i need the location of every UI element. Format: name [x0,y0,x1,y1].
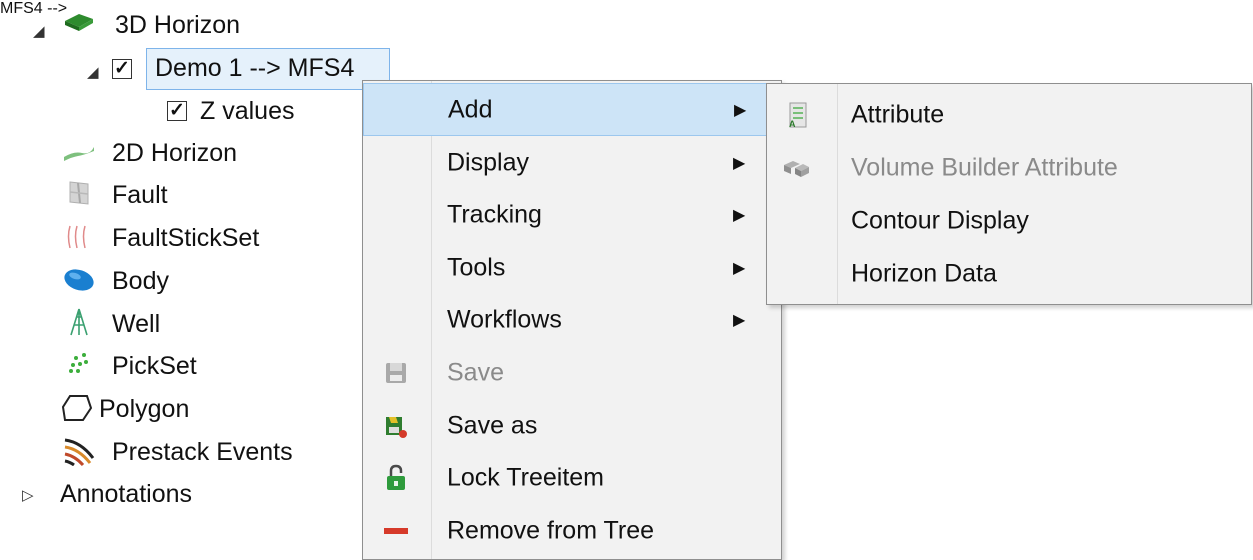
context-menu: Add ▶ Display ▶ Tracking ▶ Tools ▶ Workf… [362,80,782,560]
tree-item-z-values[interactable]: Z values [200,91,294,131]
submenu-item-attribute[interactable]: A Attribute [767,88,1251,141]
menu-item-display[interactable]: Display ▶ [363,136,781,189]
menu-item-label: Contour Display [851,206,1029,234]
tree-item-fault[interactable]: Fault [112,175,168,215]
save-icon [381,358,411,388]
submenu-arrow-icon: ▶ [733,311,746,329]
lock-icon [381,463,411,493]
demo-checkbox[interactable]: ✓ [112,59,132,79]
submenu-item-horizon-data[interactable]: Horizon Data [767,247,1251,300]
menu-item-label: Volume Builder Attribute [851,153,1118,181]
tree-item-faultstickset[interactable]: FaultStickSet [112,218,259,258]
menu-item-save[interactable]: Save [363,346,781,399]
menu-item-label: Remove from Tree [447,516,655,544]
menu-item-label: Attribute [851,100,945,128]
menu-item-label: Add [448,95,493,123]
save-as-icon [381,411,411,441]
add-submenu: A Attribute Volume Builder Attribute Con… [766,83,1252,305]
menu-item-label: Workflows [447,305,562,333]
menu-item-label: Lock Treeitem [447,463,605,491]
expand-arrow-icon[interactable]: ◢ [33,22,45,40]
menu-item-tools[interactable]: Tools ▶ [363,241,781,294]
menu-item-label: Display [447,148,529,176]
tree-item-polygon[interactable]: Polygon [99,389,189,429]
tree-item-body[interactable]: Body [112,261,169,301]
expand-arrow-icon[interactable]: ◢ [87,63,99,81]
pickset-icon [62,348,96,378]
horizon-2d-icon [62,137,96,167]
volume-builder-icon [781,153,811,183]
tree-item-well[interactable]: Well [112,304,160,344]
tree-item-label: FaultStickSet [112,223,260,252]
tree-item-label: Fault [112,180,168,209]
collapse-arrow-icon[interactable]: ▷ [22,486,34,504]
tree-item-label: Polygon [99,394,190,423]
tree-item-annotations[interactable]: Annotations [60,474,192,514]
faultstickset-icon [62,222,96,252]
submenu-item-contour-display[interactable]: Contour Display [767,194,1251,247]
menu-item-remove-from-tree[interactable]: Remove from Tree [363,504,781,557]
menu-item-workflows[interactable]: Workflows ▶ [363,293,781,346]
body-icon [62,265,96,295]
tree-item-label: Demo 1 --> MFS4 [155,53,355,82]
tree-item-label: Body [112,266,169,295]
menu-item-label: Save [447,358,504,386]
menu-item-label: Save as [447,411,538,439]
tree-item-demo[interactable]: Demo 1 --> MFS4 [155,48,354,88]
remove-icon [381,516,411,546]
horizon-3d-icon [62,7,96,37]
prestack-events-icon [62,436,96,466]
tree-item-prestack-events[interactable]: Prestack Events [112,432,293,472]
menu-item-lock-treeitem[interactable]: Lock Treeitem [363,451,781,504]
tree-item-3d-horizon[interactable]: 3D Horizon [115,5,240,45]
submenu-arrow-icon: ▶ [734,101,747,119]
tree-item-label: PickSet [112,351,197,380]
menu-item-add[interactable]: Add ▶ [363,83,781,136]
tree-item-2d-horizon[interactable]: 2D Horizon [112,133,237,173]
submenu-arrow-icon: ▶ [733,259,746,277]
submenu-arrow-icon: ▶ [733,154,746,172]
polygon-icon [60,393,94,423]
zvalues-checkbox[interactable]: ✓ [167,101,187,121]
svg-text:A: A [789,119,796,129]
well-icon [62,307,96,337]
submenu-arrow-icon: ▶ [733,206,746,224]
tree-item-pickset[interactable]: PickSet [112,346,197,386]
attribute-icon: A [783,100,813,130]
tree-item-label: Annotations [60,479,193,508]
tree-item-label: Prestack Events [112,437,293,466]
fault-icon [62,178,96,208]
menu-item-label: Tracking [447,200,542,228]
submenu-item-volume-builder-attribute[interactable]: Volume Builder Attribute [767,141,1251,194]
tree-item-label: 3D Horizon [115,10,241,39]
menu-item-tracking[interactable]: Tracking ▶ [363,188,781,241]
tree-item-label: Z values [200,96,295,125]
menu-item-save-as[interactable]: Save as [363,399,781,452]
tree-item-label: Well [112,309,161,338]
menu-item-label: Horizon Data [851,259,997,287]
menu-item-label: Tools [447,253,506,281]
tree-item-label: 2D Horizon [112,138,238,167]
